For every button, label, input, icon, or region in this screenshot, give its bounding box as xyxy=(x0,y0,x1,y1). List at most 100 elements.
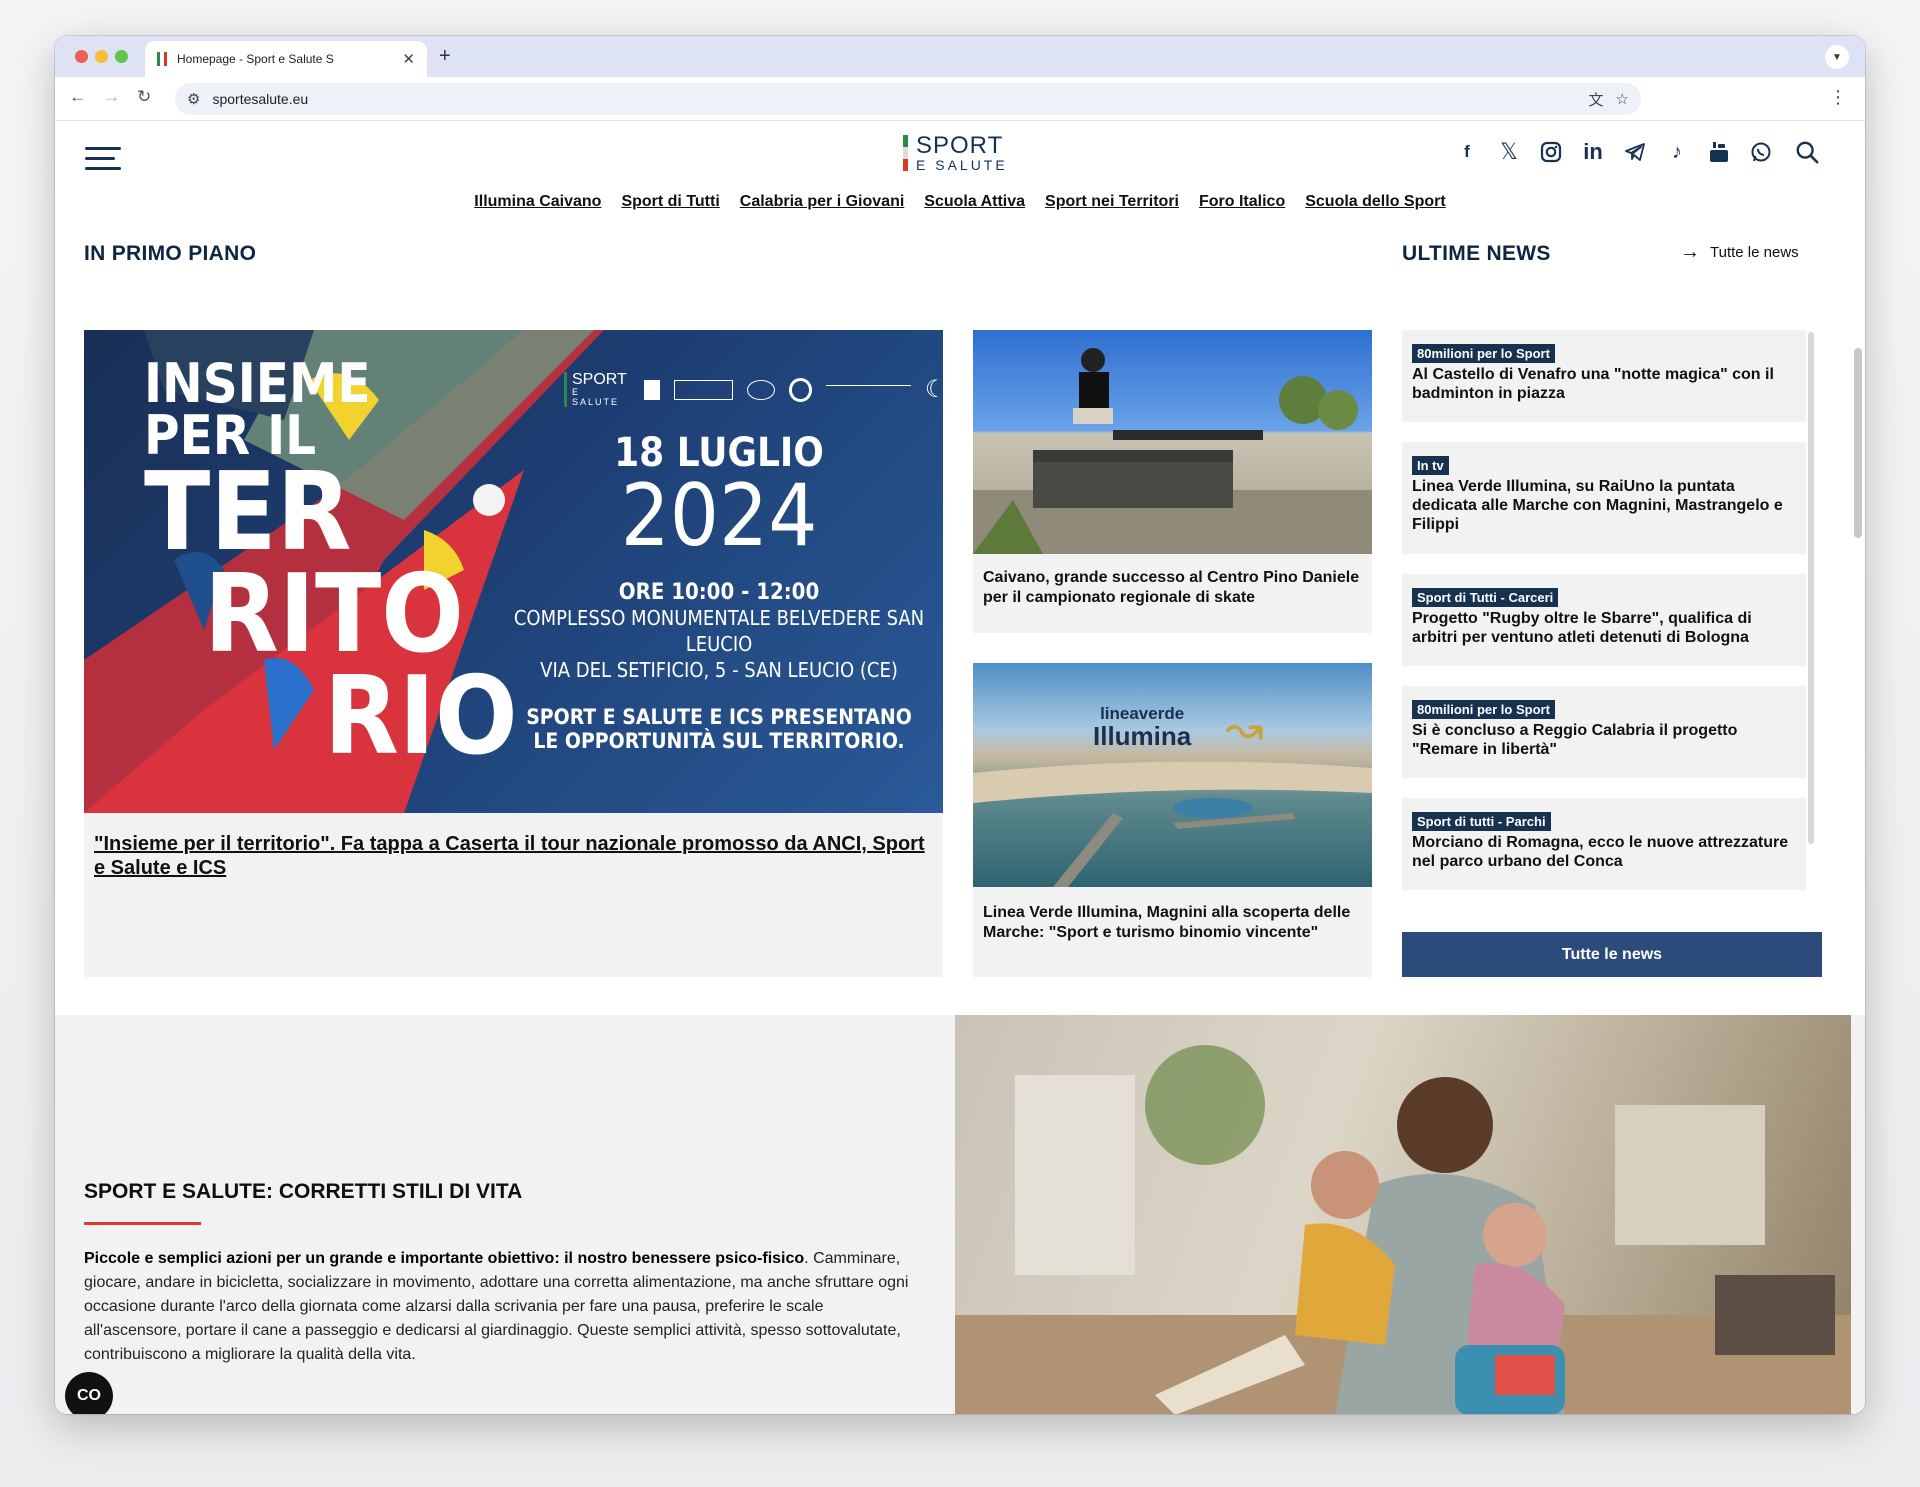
instagram-icon[interactable] xyxy=(1539,140,1563,164)
search-icon[interactable] xyxy=(1795,140,1819,164)
poster-logo-ics-icon xyxy=(674,379,734,400)
linea-verde-overlay-line2: Illumina xyxy=(1093,721,1192,751)
poster-claim-1: SPORT E SALUTE E ICS PRESENTANO xyxy=(526,705,912,729)
skate-scene-graphic xyxy=(973,348,1372,554)
page-viewport: SPORT E SALUTE f 𝕏 in ♪ Illumina Caivano… xyxy=(55,122,1865,1414)
lifestyle-section: SPORT E SALUTE: CORRETTI STILI DI VITA P… xyxy=(55,1015,1865,1414)
italian-flag-favicon-icon xyxy=(157,52,167,66)
tab-strip: Homepage - Sport e Salute S ✕ + ▼ xyxy=(55,36,1865,77)
news-item[interactable]: 80milioni per lo Sport Si è concluso a R… xyxy=(1402,686,1806,778)
news-category-badge[interactable]: In tv xyxy=(1412,456,1449,475)
poster-headline-3: TER xyxy=(144,450,352,575)
all-news-link[interactable]: → Tutte le news xyxy=(1680,241,1799,264)
site-info-icon[interactable]: ⚙ xyxy=(187,90,200,108)
nav-scuola-attiva[interactable]: Scuola Attiva xyxy=(924,193,1025,211)
all-news-button[interactable]: Tutte le news xyxy=(1402,932,1822,977)
nav-scuola-dello-sport[interactable]: Scuola dello Sport xyxy=(1305,193,1445,211)
poster-logo-salute-line: E SALUTE xyxy=(572,387,620,407)
poster-headline-1: INSIEME xyxy=(144,352,371,415)
address-bar[interactable]: ⚙ sportesalute.eu 文 ☆ xyxy=(175,83,1641,115)
hamburger-menu-icon[interactable] xyxy=(85,147,121,171)
site-logo[interactable]: SPORT E SALUTE xyxy=(903,132,1008,175)
nav-illumina-caivano[interactable]: Illumina Caivano xyxy=(474,193,601,211)
skate-article-title[interactable]: Caivano, grande successo al Centro Pino … xyxy=(983,568,1363,608)
browser-window: Homepage - Sport e Salute S ✕ + ▼ ← → ↻ … xyxy=(55,36,1865,1414)
logo-line-salute: E SALUTE xyxy=(916,157,1008,173)
page-scrollbar[interactable] xyxy=(1854,348,1862,538)
news-item-title[interactable]: Progetto "Rugby oltre le Sbarre", qualif… xyxy=(1412,609,1796,647)
accessibility-preferences-button[interactable]: CO xyxy=(65,1372,113,1414)
news-category-badge[interactable]: 80milioni per lo Sport xyxy=(1412,344,1555,363)
article-card-skate[interactable]: Caivano, grande successo al Centro Pino … xyxy=(973,330,1372,633)
browser-tab-active[interactable]: Homepage - Sport e Salute S ✕ xyxy=(145,41,427,77)
news-item-title[interactable]: Linea Verde Illumina, su RaiUno la punta… xyxy=(1412,477,1796,534)
poster-year: 2024 xyxy=(620,466,818,566)
poster-logo-sport: SPORT E SALUTE xyxy=(564,372,630,407)
news-item[interactable]: 80milioni per lo Sport Al Castello di Ve… xyxy=(1402,330,1806,422)
url-text[interactable]: sportesalute.eu xyxy=(212,91,1576,107)
linea-verde-photo[interactable]: lineaverde Illumina ↝ xyxy=(973,663,1372,887)
news-category-badge[interactable]: Sport di Tutti - Carceri xyxy=(1412,588,1559,607)
poster-headline: INSIEME PER IL TER RITO RIO xyxy=(144,352,518,779)
whatsapp-icon[interactable] xyxy=(1749,140,1773,164)
x-icon[interactable]: 𝕏 xyxy=(1497,139,1521,164)
poster-logo-emblem-icon xyxy=(644,379,661,400)
browser-menu-icon[interactable]: ⋮ xyxy=(1829,87,1847,108)
tab-search-chevron-icon[interactable]: ▼ xyxy=(1825,45,1849,69)
poster-time: ORE 10:00 - 12:00 xyxy=(618,580,820,605)
bookmark-star-icon[interactable]: ☆ xyxy=(1616,90,1629,108)
poster-logo-sport-line: SPORT xyxy=(572,371,627,388)
news-category-badge[interactable]: Sport di tutti - Parchi xyxy=(1412,812,1551,831)
poster-logo-coni-icon xyxy=(747,379,775,400)
coast-scene-graphic xyxy=(973,761,1372,887)
hero-article-link[interactable]: "Insieme per il territorio". Fa tappa a … xyxy=(94,832,934,880)
linea-verde-swirl-icon: ↝ xyxy=(1225,702,1264,754)
news-item-title[interactable]: Morciano di Romagna, ecco le nuove attre… xyxy=(1412,833,1796,871)
news-list[interactable]: 80milioni per lo Sport Al Castello di Ve… xyxy=(1402,330,1822,930)
close-tab-icon[interactable]: ✕ xyxy=(402,50,415,68)
linkedin-icon[interactable]: in xyxy=(1581,139,1605,164)
family-photo xyxy=(955,1015,1851,1414)
news-item-title[interactable]: Al Castello di Venafro una "notte magica… xyxy=(1412,365,1796,403)
lifestyle-paragraph: Piccole e semplici azioni per un grande … xyxy=(84,1247,914,1367)
family-scene-graphic xyxy=(955,1045,1851,1414)
new-tab-icon[interactable]: + xyxy=(439,45,451,68)
nav-foro-italico[interactable]: Foro Italico xyxy=(1199,193,1285,211)
ultime-news-title: ULTIME NEWS xyxy=(1402,242,1551,265)
browser-toolbar: ← → ↻ ⚙ sportesalute.eu 文 ☆ ⋮ xyxy=(55,77,1865,121)
logo-line-sport: SPORT xyxy=(916,132,1004,159)
poster-headline-5: RIO xyxy=(324,654,518,779)
article-card-linea-verde[interactable]: lineaverde Illumina ↝ Linea Verde Illumi… xyxy=(973,663,1372,977)
telegram-icon[interactable] xyxy=(1623,140,1647,164)
translate-icon[interactable]: 文 xyxy=(1589,89,1604,110)
news-category-badge[interactable]: 80milioni per lo Sport xyxy=(1412,700,1555,719)
poster-logo-paralympic-icon xyxy=(826,384,911,395)
maximize-window-button[interactable] xyxy=(115,50,128,63)
youtube-icon[interactable] xyxy=(1707,140,1731,164)
linea-verde-article-title[interactable]: Linea Verde Illumina, Magnini alla scope… xyxy=(983,903,1363,943)
facebook-icon[interactable]: f xyxy=(1455,140,1479,164)
nav-sport-nei-territori[interactable]: Sport nei Territori xyxy=(1045,193,1179,211)
news-item[interactable]: Sport di Tutti - Carceri Progetto "Rugby… xyxy=(1402,574,1806,666)
news-item[interactable]: In tv Linea Verde Illumina, su RaiUno la… xyxy=(1402,442,1806,554)
hero-article-card[interactable]: INSIEME PER IL TER RITO RIO SPORT E SALU… xyxy=(84,330,943,977)
news-item-title[interactable]: Si è concluso a Reggio Calabria il proge… xyxy=(1412,721,1796,759)
close-window-button[interactable] xyxy=(75,50,88,63)
news-list-scrollbar[interactable] xyxy=(1808,332,1814,844)
nav-sport-di-tutti[interactable]: Sport di Tutti xyxy=(621,193,719,211)
reload-icon[interactable]: ↻ xyxy=(137,87,151,107)
back-arrow-icon[interactable]: ← xyxy=(69,87,86,107)
poster-partner-logos: SPORT E SALUTE ☾ xyxy=(564,372,943,407)
primo-piano-title: IN PRIMO PIANO xyxy=(84,242,257,265)
skate-photo[interactable] xyxy=(973,330,1372,554)
poster-venue-1: COMPLESSO MONUMENTALE BELVEDERE SAN LEUC… xyxy=(513,606,925,656)
tiktok-icon[interactable]: ♪ xyxy=(1665,140,1689,164)
nav-calabria-per-i-giovani[interactable]: Calabria per i Giovani xyxy=(740,193,905,211)
lifestyle-title: SPORT E SALUTE: CORRETTI STILI DI VITA xyxy=(84,1180,523,1203)
minimize-window-button[interactable] xyxy=(95,50,108,63)
poster-event-info: 18 LUGLIO 2024 ORE 10:00 - 12:00 COMPLES… xyxy=(504,432,934,753)
logo-wordmark: SPORT E SALUTE xyxy=(916,132,1008,175)
hero-poster-image[interactable]: INSIEME PER IL TER RITO RIO SPORT E SALU… xyxy=(84,330,943,813)
news-item[interactable]: Sport di tutti - Parchi Morciano di Roma… xyxy=(1402,798,1806,890)
forward-arrow-icon[interactable]: → xyxy=(103,87,120,107)
